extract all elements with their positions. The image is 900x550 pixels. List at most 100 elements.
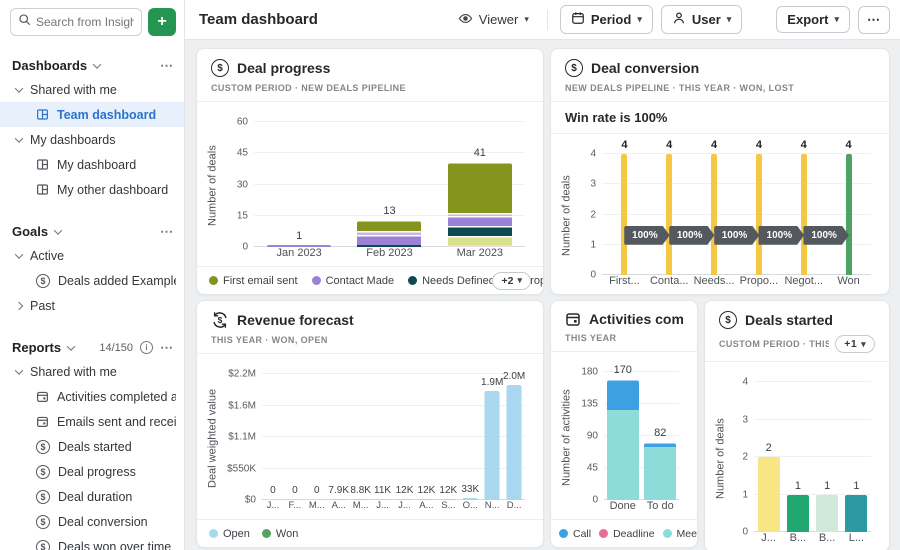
goals-section-header[interactable]: Goals ⋯: [10, 220, 176, 243]
bar-stack-j[interactable]: [397, 374, 412, 500]
bar-segment: [666, 154, 672, 275]
bar-value-label: 0: [314, 485, 320, 496]
grid-icon: [36, 158, 49, 171]
deal-icon: $: [36, 540, 50, 550]
sidebar-group-my-dashboards[interactable]: My dashboards: [10, 127, 176, 152]
bar-stack-j[interactable]: [375, 374, 390, 500]
legend-item-open[interactable]: Open: [209, 528, 250, 540]
bar-stack-feb-2023[interactable]: [357, 122, 421, 247]
legend-item-needs-defined[interactable]: Needs Defined: [408, 275, 495, 287]
x-tick-label: N...: [481, 500, 503, 519]
bar-segment: [621, 154, 627, 275]
x-tick-label: Jan 2023: [254, 247, 344, 266]
conversion-rate-badge: 100%: [803, 226, 849, 245]
goals-menu-icon[interactable]: ⋯: [160, 225, 174, 238]
user-label: User: [692, 12, 721, 27]
dashboards-section-header[interactable]: Dashboards ⋯: [10, 54, 176, 77]
bar-stack-mar-2023[interactable]: [448, 122, 512, 247]
sidebar-group-shared-with-me[interactable]: Shared with me: [10, 77, 176, 102]
reports-menu-icon[interactable]: ⋯: [160, 341, 174, 354]
legend-item-won[interactable]: Won: [262, 528, 298, 540]
bar-segment: [644, 447, 676, 500]
sidebar-group-active[interactable]: Active: [10, 243, 176, 268]
sidebar-item-deal-duration[interactable]: $Deal duration: [10, 484, 176, 509]
sidebar-item-my-dashboard[interactable]: My dashboard: [10, 152, 176, 177]
deal-icon: $: [36, 274, 50, 288]
sidebar-item-deal-progress[interactable]: $Deal progress: [10, 459, 176, 484]
bar-stack-first[interactable]: [621, 154, 627, 275]
bar-stack-o[interactable]: [463, 374, 478, 500]
bar-stack-a[interactable]: [331, 374, 346, 500]
bar-stack-jan-2023[interactable]: [267, 122, 331, 247]
bar-stack-won[interactable]: [846, 154, 852, 275]
more-button[interactable]: ⋯: [858, 6, 890, 34]
bar-value-label: 7.9K: [328, 485, 349, 496]
bar-stack-m[interactable]: [309, 374, 324, 500]
y-tick-label: 180: [581, 367, 598, 378]
sidebar-item-my-other-dashboard[interactable]: My other dashboard: [10, 177, 176, 202]
sidebar-group-shared-with-me[interactable]: Shared with me: [10, 359, 176, 384]
legend-item-contact-made[interactable]: Contact Made: [312, 275, 394, 287]
bar-stack-j[interactable]: [758, 382, 780, 532]
activities-chart: Number of activities0459013518017082Done…: [551, 352, 697, 519]
bar-stack-j[interactable]: [265, 374, 280, 500]
bar-stack-n[interactable]: [485, 374, 500, 500]
x-tick-label: M...: [350, 500, 372, 519]
bar-stack-b[interactable]: [816, 382, 838, 532]
period-button[interactable]: Period ▾: [560, 5, 653, 34]
grid-icon: [36, 108, 49, 121]
bar-stack-a[interactable]: [419, 374, 434, 500]
bar-stack-d[interactable]: [507, 374, 522, 500]
viewer-dropdown[interactable]: Viewer ▾: [452, 7, 535, 33]
bar-stack-done[interactable]: [607, 372, 639, 500]
search-box[interactable]: [10, 8, 142, 36]
bar-a: 7.9K: [328, 374, 350, 500]
search-input[interactable]: [36, 15, 134, 29]
conversion-rate-badge: 100%: [669, 226, 715, 245]
bar-segment: [644, 442, 676, 448]
add-button[interactable]: +: [148, 8, 176, 36]
sidebar-item-emails-sent-and-received[interactable]: Emails sent and received: [10, 409, 176, 434]
y-axis-label: Number of deals: [713, 366, 728, 550]
sidebar-item-deal-conversion[interactable]: $Deal conversion: [10, 509, 176, 534]
bar-value-label: 0: [270, 485, 276, 496]
sidebar-item-team-dashboard[interactable]: Team dashboard: [0, 102, 184, 127]
card-title: Deals started: [745, 312, 833, 328]
reports-section-header[interactable]: Reports 14/150 i ⋯: [10, 336, 176, 359]
bar-o: 33K: [459, 374, 481, 500]
sidebar-item-activities-completed-an[interactable]: Activities completed an...: [10, 384, 176, 409]
bar-stack-needs[interactable]: [711, 154, 717, 275]
bar-stack-m[interactable]: [353, 374, 368, 500]
legend-item-call[interactable]: Call: [559, 528, 591, 540]
sidebar-group-past[interactable]: Past: [10, 293, 176, 318]
dashboards-menu-icon[interactable]: ⋯: [160, 59, 174, 72]
legend-item-deadline[interactable]: Deadline: [599, 528, 654, 540]
legend-more-badge[interactable]: +2 ▾: [492, 272, 531, 290]
chevron-down-icon: [93, 60, 101, 68]
legend-dot: [312, 276, 321, 285]
y-axis-label: Number of deals: [205, 106, 220, 266]
sidebar-item-deals-added-example-t[interactable]: $Deals added Example t...: [10, 268, 176, 293]
legend-item-meeting[interactable]: Meeting: [663, 528, 697, 540]
bar-value-label: 170: [614, 364, 632, 376]
bar-j: 2: [754, 382, 783, 532]
bar-stack-l[interactable]: [845, 382, 867, 532]
sidebar-item-deals-won-over-time[interactable]: $Deals won over time: [10, 534, 176, 550]
bar-stack-negot[interactable]: [801, 154, 807, 275]
bar-stack-f[interactable]: [287, 374, 302, 500]
bar-stack-b[interactable]: [787, 382, 809, 532]
export-button[interactable]: Export ▾: [776, 6, 850, 33]
user-button[interactable]: User ▾: [661, 5, 742, 34]
card-title: Activities complete...: [589, 311, 683, 327]
bar-stack-s[interactable]: [441, 374, 456, 500]
filters-more-badge[interactable]: +1 ▾: [835, 335, 875, 353]
export-label: Export: [787, 12, 828, 27]
bar-stack-conta[interactable]: [666, 154, 672, 275]
legend-item-first-email-sent[interactable]: First email sent: [209, 275, 298, 287]
conversion-rate-badge: 100%: [624, 226, 670, 245]
sidebar-item-deals-started[interactable]: $Deals started: [10, 434, 176, 459]
bar-stack-propo[interactable]: [756, 154, 762, 275]
legend-label: Call: [573, 528, 591, 540]
y-tick-label: 4: [742, 377, 748, 388]
info-icon[interactable]: i: [140, 341, 153, 354]
